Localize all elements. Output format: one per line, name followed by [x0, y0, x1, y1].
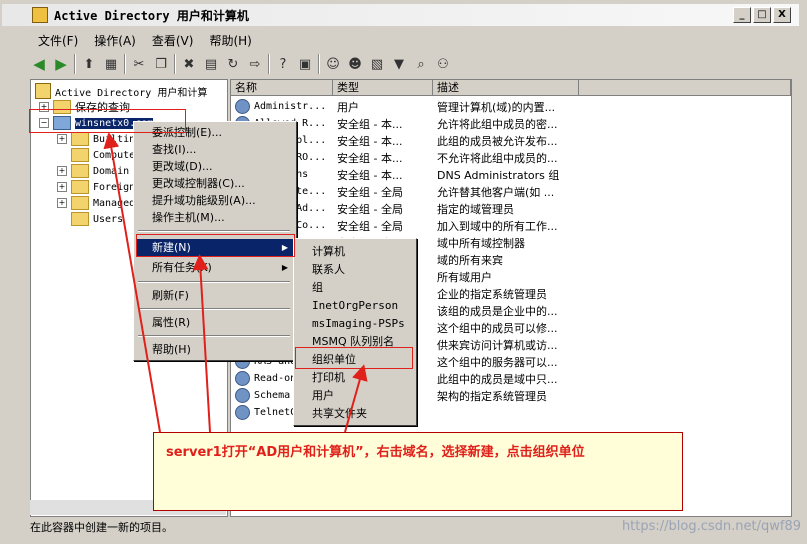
annotation-text: server1打开“AD用户和计算机”，右击域名，选择新建，点击组织单位 [166, 445, 585, 460]
arrow-to-new [192, 254, 211, 433]
watermark: https://blog.csdn.net/qwf89 [621, 519, 801, 534]
app-window: Active Directory 用户和计算机 _ □ X 文件(F) 操作(A… [0, 0, 807, 544]
arrow-to-ou [344, 364, 368, 433]
arrow-to-domain [103, 132, 161, 433]
annotation-note: server1打开“AD用户和计算机”，右击域名，选择新建，点击组织单位 [153, 432, 683, 511]
